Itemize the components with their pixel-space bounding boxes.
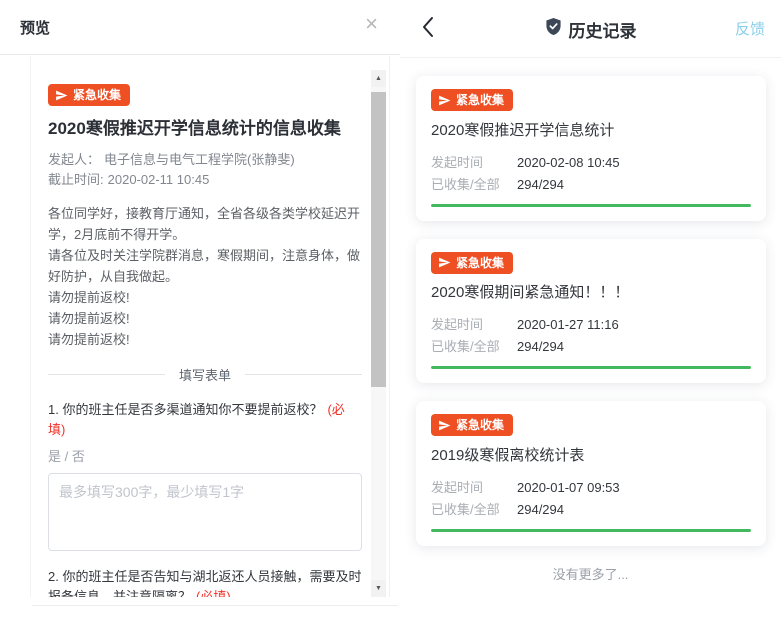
form-description: 各位同学好，接教育厅通知，全省各级各类学校延迟开学，2月底前不得开学。 请各位及…	[48, 203, 362, 350]
card-meta: 发起时间2020-01-27 11:16 已收集/全部294/294	[431, 316, 751, 355]
description-line: 各位同学好，接教育厅通知，全省各级各类学校延迟开学，2月底前不得开学。	[48, 203, 362, 245]
card-title: 2019级寒假离校统计表	[431, 446, 751, 466]
start-time-row: 发起时间2020-01-07 09:53	[431, 479, 751, 496]
form-meta: 发起人： 电子信息与电气工程学院(张静斐) 截止时间: 2020-02-11 10:…	[48, 150, 362, 190]
modal-footer-divider	[32, 605, 398, 606]
initiator-label: 发起人：	[48, 152, 100, 167]
collected-count-row: 已收集/全部294/294	[431, 501, 751, 518]
card-title: 2020寒假推迟开学信息统计	[431, 121, 751, 141]
history-card[interactable]: 紧急收集 2020寒假期间紧急通知！！！ 发起时间2020-01-27 11:1…	[416, 239, 766, 384]
description-line: 请勿提前返校!	[48, 287, 362, 308]
urgent-badge-label: 紧急收集	[456, 93, 504, 107]
scrollbar-thumb[interactable]	[371, 92, 386, 387]
history-card[interactable]: 紧急收集 2020寒假推迟开学信息统计 发起时间2020-02-08 10:45…	[416, 76, 766, 221]
progress-bar-fill	[431, 529, 751, 532]
preview-scroll-area[interactable]: 紧急收集 2020寒假推迟开学信息统计的信息收集 发起人： 电子信息与电气工程学院…	[30, 56, 390, 597]
preview-content: 紧急收集 2020寒假推迟开学信息统计的信息收集 发起人： 电子信息与电气工程学院…	[31, 56, 374, 597]
preview-modal: 预览 × 紧急收集 2020寒假推迟开学信息统计的信息收集 发起人： 电子信息与电…	[0, 0, 400, 630]
card-meta: 发起时间2020-02-08 10:45 已收集/全部294/294	[431, 154, 751, 193]
description-line: 请勿提前返校!	[48, 308, 362, 329]
description-line: 请各位及时关注学院群消息，寒假期间，注意身体，做好防护，从自我做起。	[48, 245, 362, 287]
send-icon	[438, 94, 451, 107]
history-title-group: 历史记录	[400, 0, 781, 58]
progress-bar	[431, 529, 751, 532]
history-panel: 历史记录 反馈 紧急收集 2020寒假推迟开学信息统计 发起时间2020-02-…	[400, 0, 781, 630]
deadline-value: 2020-02-11 10:45	[108, 172, 210, 187]
description-line: 请勿提前返校!	[48, 329, 362, 350]
history-card[interactable]: 紧急收集 2019级寒假离校统计表 发起时间2020-01-07 09:53 已…	[416, 401, 766, 546]
urgent-badge: 紧急收集	[431, 89, 513, 111]
no-more-text: 没有更多了...	[400, 564, 781, 583]
progress-bar	[431, 204, 751, 207]
urgent-badge: 紧急收集	[48, 84, 130, 106]
question-block-2: 2. 你的班主任是否告知与湖北返还人员接触，需要及时报备信息，并注意隔离？(必填…	[48, 567, 362, 598]
required-flag: (必填)	[196, 589, 231, 598]
divider-line	[245, 374, 362, 375]
preview-modal-title: 预览	[20, 17, 50, 38]
section-divider-label: 填写表单	[179, 365, 231, 384]
scrollbar[interactable]: ▲ ▼	[371, 70, 386, 597]
send-icon	[438, 419, 451, 432]
send-icon	[438, 256, 451, 269]
start-time-row: 发起时间2020-02-08 10:45	[431, 154, 751, 171]
progress-bar-fill	[431, 204, 751, 207]
answer-input-1[interactable]	[48, 473, 362, 551]
initiator-value: 电子信息与电气工程学院(张静斐)	[104, 152, 295, 167]
card-meta: 发起时间2020-01-07 09:53 已收集/全部294/294	[431, 479, 751, 518]
urgent-badge: 紧急收集	[431, 414, 513, 436]
yes-no-hint: 是 / 否	[48, 446, 362, 465]
collected-count-row: 已收集/全部294/294	[431, 176, 751, 193]
question-text: 1. 你的班主任是否多渠道通知你不要提前返校？(必填)	[48, 400, 362, 440]
feedback-link[interactable]: 反馈	[735, 18, 765, 39]
question-text: 2. 你的班主任是否告知与湖北返还人员接触，需要及时报备信息，并注意隔离？(必填…	[48, 567, 362, 598]
progress-bar-fill	[431, 366, 751, 369]
screen: 预览 × 紧急收集 2020寒假推迟开学信息统计的信息收集 发起人： 电子信息与电…	[0, 0, 781, 630]
send-icon	[55, 89, 68, 102]
question-block-1: 1. 你的班主任是否多渠道通知你不要提前返校？(必填) 是 / 否	[48, 400, 362, 551]
divider-line	[48, 374, 165, 375]
initiator-row: 发起人： 电子信息与电气工程学院(张静斐)	[48, 150, 362, 170]
back-icon[interactable]	[416, 15, 440, 43]
scroll-down-icon[interactable]: ▼	[371, 580, 386, 597]
collected-count-row: 已收集/全部294/294	[431, 338, 751, 355]
deadline-label: 截止时间:	[48, 172, 104, 187]
card-title: 2020寒假期间紧急通知！！！	[431, 283, 751, 303]
form-section-divider: 填写表单	[48, 365, 362, 384]
shield-check-icon	[545, 17, 562, 41]
form-title: 2020寒假推迟开学信息统计的信息收集	[48, 117, 362, 141]
progress-bar	[431, 366, 751, 369]
history-card-list: 紧急收集 2020寒假推迟开学信息统计 发起时间2020-02-08 10:45…	[400, 58, 781, 546]
close-icon[interactable]: ×	[365, 13, 378, 35]
deadline-row: 截止时间: 2020-02-11 10:45	[48, 170, 362, 190]
urgent-badge: 紧急收集	[431, 252, 513, 274]
start-time-row: 发起时间2020-01-27 11:16	[431, 316, 751, 333]
urgent-badge-label: 紧急收集	[456, 256, 504, 270]
preview-modal-header: 预览 ×	[0, 0, 400, 55]
history-header: 历史记录 反馈	[400, 0, 781, 58]
history-title: 历史记录	[569, 17, 637, 42]
urgent-badge-label: 紧急收集	[456, 418, 504, 432]
scroll-up-icon[interactable]: ▲	[371, 70, 386, 87]
urgent-badge-label: 紧急收集	[73, 88, 121, 102]
